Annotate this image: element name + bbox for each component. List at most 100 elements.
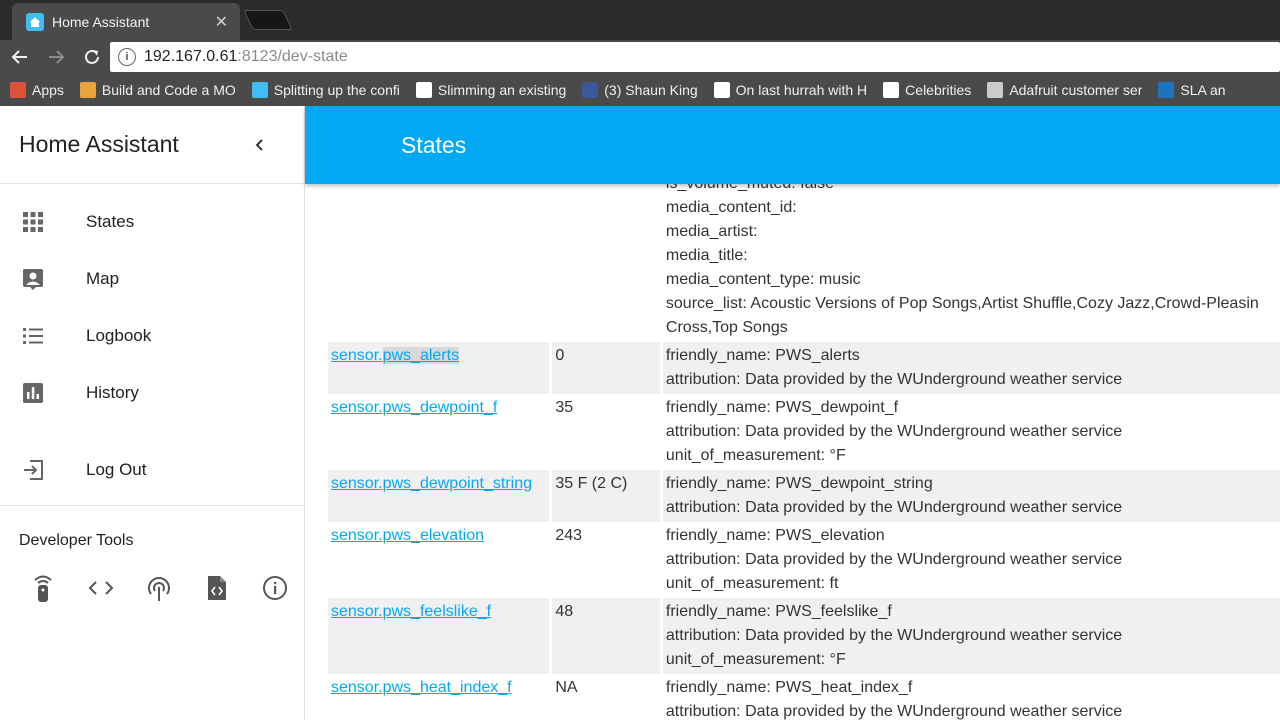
entity-link[interactable]: sensor.pws_alerts: [331, 347, 460, 364]
entity-cell: sensor.pws_elevation: [328, 522, 549, 598]
site-info-icon[interactable]: i: [118, 48, 136, 66]
state-cell: 0: [552, 342, 660, 394]
attribute-line: unit_of_measurement: °F: [665, 651, 846, 668]
close-tab-icon[interactable]: ✕: [215, 12, 228, 32]
bookmark-label: On last hurrah with H: [735, 82, 868, 98]
entity-cell: [328, 184, 549, 342]
entity-domain: sensor.: [331, 527, 383, 544]
entity-domain: sensor.: [331, 475, 383, 492]
bookmark-item[interactable]: On last hurrah with H: [713, 82, 868, 98]
entity-domain: sensor.: [331, 347, 383, 364]
sidebar-item-logbook[interactable]: Logbook: [0, 307, 304, 364]
bookmark-label: Slimming an existing: [437, 82, 567, 98]
attribute-line: unit_of_measurement: °F: [665, 447, 846, 464]
adafruit-icon: [987, 82, 1004, 98]
character-icon: [79, 82, 96, 98]
entity-link[interactable]: sensor.pws_feelslike_f: [331, 603, 491, 620]
entity-object-id: pws_feelslike_f: [382, 603, 492, 620]
attributes-cell: is_volume_muted: false media_content_id:m…: [663, 184, 1280, 342]
bookmark-label: Adafruit customer ser: [1009, 82, 1143, 98]
sidebar-item-history[interactable]: History: [0, 364, 304, 421]
attribute-line: friendly_name: PWS_dewpoint_f: [665, 399, 899, 416]
code-icon[interactable]: [72, 570, 130, 606]
new-tab-button[interactable]: [243, 10, 293, 30]
entity-domain: sensor.: [331, 603, 383, 620]
states-content: is_volume_muted: false media_content_id:m…: [305, 184, 1280, 720]
attributes-cell: friendly_name: PWS_elevation attribution:…: [663, 522, 1280, 598]
reload-icon[interactable]: [76, 41, 108, 73]
home-assistant-icon: [26, 12, 44, 31]
attribute-line: source_list: Acoustic Versions of Pop So…: [665, 295, 1259, 312]
attributes-cell: friendly_name: PWS_feelslike_f attributio…: [662, 598, 1280, 674]
bookmark-item[interactable]: Slimming an existing: [415, 82, 567, 98]
sidebar: Home Assistant States Map Logbook Histor…: [0, 106, 305, 720]
page-title: States: [401, 132, 467, 158]
attribute-line: media_artist:: [665, 223, 758, 240]
info-icon[interactable]: [246, 570, 304, 606]
state-cell: [552, 184, 660, 342]
attribute-line: friendly_name: PWS_elevation: [665, 527, 885, 544]
broadcast-icon[interactable]: [130, 570, 188, 606]
bookmark-item[interactable]: Build and Code a MO: [79, 82, 236, 98]
browser-tab[interactable]: Home Assistant ✕: [12, 3, 240, 40]
state-cell: 48: [552, 598, 660, 674]
attribute-line: media_title:: [665, 247, 748, 264]
attributes-cell: friendly_name: PWS_alerts attribution: Da…: [662, 342, 1280, 394]
attributes-cell: friendly_name: PWS_heat_index_f attributi…: [663, 674, 1280, 720]
attribute-line: friendly_name: PWS_dewpoint_string: [665, 475, 933, 492]
bookmark-item[interactable]: SLA an: [1158, 82, 1226, 98]
entity-object-id: pws_alerts: [382, 347, 460, 364]
entity-object-id: pws_elevation: [382, 527, 484, 544]
page-icon: [883, 82, 900, 98]
bookmark-item[interactable]: Splitting up the confi: [251, 82, 400, 98]
sidebar-item-label: Log Out: [86, 459, 147, 479]
attribute-line: attribution: Data provided by the WUnder…: [665, 551, 1123, 568]
table-row: sensor.pws_dewpoint_string 35 F (2 C) frie…: [328, 470, 1280, 522]
state-cell: 243: [555, 527, 583, 544]
sidebar-item-logout[interactable]: Log Out: [0, 441, 304, 498]
sidebar-item-states[interactable]: States: [0, 193, 304, 250]
file-code-icon[interactable]: [188, 570, 246, 606]
attribute-line: attribution: Data provided by the WUnder…: [665, 499, 1123, 516]
entity-object-id: pws_dewpoint_f: [382, 399, 498, 416]
chevron-left-icon[interactable]: [236, 132, 284, 158]
state-cell: 35: [555, 399, 574, 416]
entity-link[interactable]: sensor.pws_elevation: [331, 527, 484, 544]
entity-cell: sensor.pws_heat_index_f: [328, 674, 549, 720]
attribute-line: friendly_name: PWS_alerts: [665, 347, 860, 364]
attribute-line: media_content_id:: [665, 199, 797, 216]
table-row: is_volume_muted: false media_content_id:m…: [328, 184, 1280, 342]
bookmark-item[interactable]: Celebrities: [883, 82, 971, 98]
back-arrow-icon[interactable]: [4, 41, 36, 73]
sidebar-item-label: Logbook: [86, 325, 152, 345]
bookmark-item[interactable]: Adafruit customer ser: [987, 82, 1142, 98]
remote-icon[interactable]: [14, 570, 72, 606]
bookmarks-bar: Apps Build and Code a MO Splitting up the …: [0, 74, 1280, 106]
attribute-line: Cross,Top Songs: [665, 319, 788, 336]
attribute-line: unit_of_measurement: ft: [665, 575, 839, 592]
browser-tabstrip: Home Assistant ✕: [0, 0, 1280, 40]
bookmark-item[interactable]: (3) Shaun King: [582, 82, 698, 98]
attributes-cell: friendly_name: PWS_dewpoint_f attribution…: [663, 394, 1280, 470]
bookmark-label: (3) Shaun King: [604, 82, 698, 98]
sidebar-item-map[interactable]: Map: [0, 250, 304, 307]
url-host: 192.167.0.61: [144, 48, 238, 65]
address-bar[interactable]: i 192.167.0.61:8123/dev-state: [110, 42, 1280, 72]
bookmark-label: Apps: [32, 82, 64, 98]
entity-object-id: pws_heat_index_f: [382, 679, 512, 696]
entity-link[interactable]: sensor.pws_dewpoint_string: [331, 475, 532, 492]
attribute-line: media_content_type: music: [665, 271, 861, 288]
entity-cell: sensor.pws_feelslike_f: [328, 598, 550, 674]
attribute-line: is_volume_muted: false: [666, 184, 1279, 196]
bookmark-item[interactable]: Apps: [10, 82, 64, 98]
page-icon: [415, 82, 432, 98]
sidebar-item-label: Map: [86, 268, 120, 288]
exit-icon: [0, 459, 86, 481]
forward-arrow-icon[interactable]: [40, 41, 72, 73]
browser-toolbar: i 192.167.0.61:8123/dev-state: [0, 40, 1280, 74]
bookmark-label: Celebrities: [905, 82, 972, 98]
attribute-line: friendly_name: PWS_feelslike_f: [665, 603, 892, 620]
table-row: sensor.pws_dewpoint_f 35 friendly_name: PW…: [328, 394, 1280, 470]
entity-link[interactable]: sensor.pws_dewpoint_f: [331, 399, 497, 416]
entity-link[interactable]: sensor.pws_heat_index_f: [331, 679, 512, 696]
